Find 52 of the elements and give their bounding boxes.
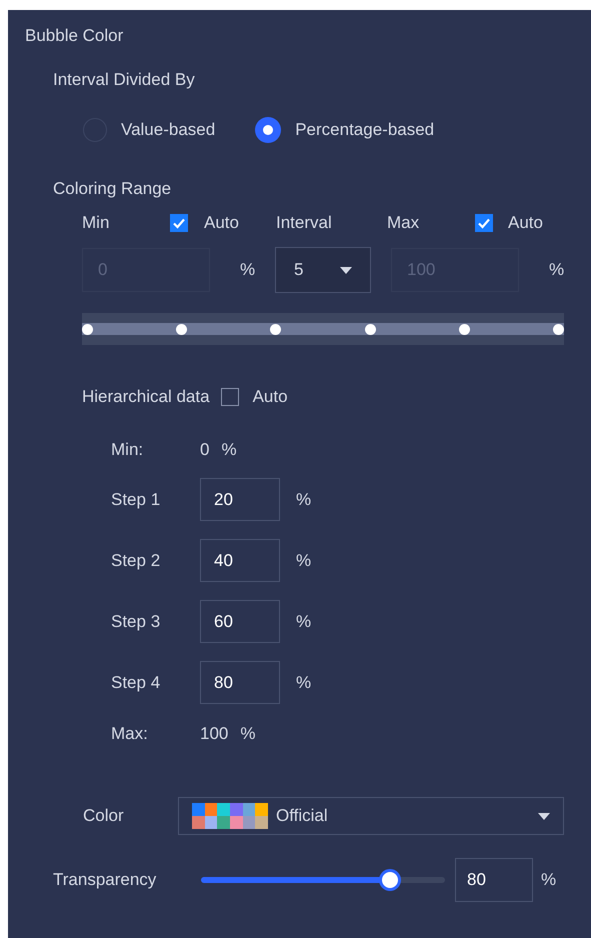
- unit-label: %: [296, 672, 312, 694]
- section-label: Coloring Range: [53, 178, 172, 198]
- value-text: 0: [200, 439, 210, 462]
- transparency-slider[interactable]: [201, 869, 445, 891]
- checkbox[interactable]: [170, 214, 188, 232]
- unit-label: %: [549, 259, 564, 282]
- checkbox-label: Auto: [252, 386, 288, 408]
- caret-icon: [340, 266, 352, 274]
- field-label: Max:: [111, 723, 149, 746]
- unit-label: %: [296, 550, 312, 572]
- slider-handle[interactable]: [458, 324, 470, 335]
- unit-label: %: [541, 869, 556, 892]
- radio-option[interactable]: Percentage-based: [255, 117, 434, 143]
- step-label: Step 2: [111, 550, 162, 572]
- checkbox[interactable]: [475, 214, 493, 232]
- slider-handle[interactable]: [270, 324, 282, 335]
- slider-handle[interactable]: [553, 324, 564, 335]
- field-label: Min: [82, 212, 110, 234]
- field-label: Interval: [276, 212, 333, 234]
- checkbox-label: Auto: [204, 212, 240, 234]
- panel-title: Bubble Color: [25, 25, 124, 45]
- palette-icon: [192, 803, 268, 829]
- value-text: 100: [200, 723, 228, 746]
- checkbox-label: Auto: [508, 212, 543, 234]
- field-label: Transparency: [53, 869, 158, 892]
- number-field[interactable]: 80: [200, 661, 280, 704]
- number-field[interactable]: 60: [200, 600, 280, 643]
- unit-label: %: [240, 259, 256, 282]
- field-label: Color: [83, 805, 125, 828]
- range-slider[interactable]: [82, 313, 564, 345]
- unit-label: %: [240, 723, 256, 746]
- number-field[interactable]: 20: [200, 478, 280, 521]
- checkbox[interactable]: [220, 388, 239, 406]
- field-label: Max: [387, 212, 420, 234]
- slider-handle[interactable]: [176, 324, 188, 335]
- interval-dropdown[interactable]: 5: [275, 247, 371, 293]
- field-label: Hierarchical data: [82, 386, 210, 408]
- unit-label: %: [221, 439, 237, 462]
- step-label: Step 3: [111, 610, 162, 633]
- slider-handle[interactable]: [82, 324, 93, 335]
- field-label: Min:: [111, 439, 144, 462]
- unit-label: %: [296, 488, 312, 511]
- color-dropdown[interactable]: Official: [178, 797, 564, 835]
- step-label: Step 4: [111, 672, 162, 694]
- radio-option[interactable]: Value-based: [83, 117, 216, 143]
- section-label: Interval Divided By: [53, 69, 196, 89]
- number-field[interactable]: 80: [455, 858, 533, 902]
- unit-label: %: [296, 610, 312, 633]
- step-label: Step 1: [111, 488, 162, 511]
- slider-handle[interactable]: [364, 324, 376, 335]
- caret-icon: [538, 812, 550, 820]
- number-field[interactable]: 40: [200, 539, 280, 582]
